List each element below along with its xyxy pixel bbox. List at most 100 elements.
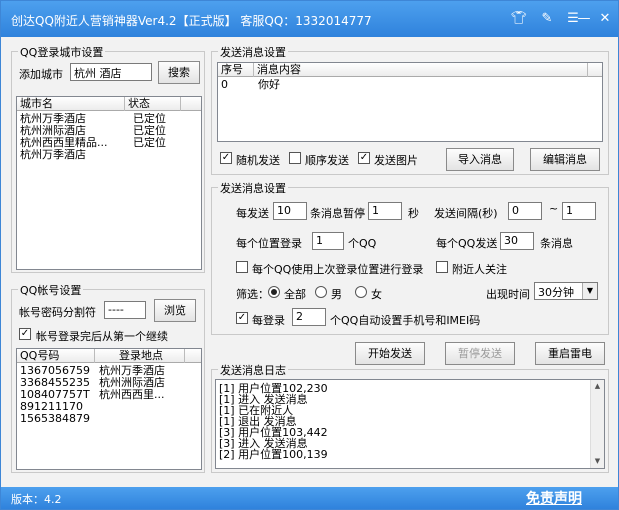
auto-set-label: 个QQ自动设置手机号和IMEI码 [330,314,481,327]
log-scrollbar[interactable]: ▲ ▼ [590,380,604,468]
account-qq-cell: 1565384879 [20,413,90,425]
nearby-follow-checkbox[interactable] [436,261,448,273]
start-send-button[interactable]: 开始发送 [355,342,425,365]
per-location-input[interactable]: 1 [312,232,344,250]
edit-pen-icon[interactable]: ✎ [537,9,557,29]
account-qq-cell: 1367056759 [20,365,90,377]
account-settings-group: QQ帐号设置 帐号密码分割符 ---- 浏览 ✓ 帐号登录完后从第一个继续 QQ… [11,282,205,473]
use-last-location-checkbox[interactable] [236,261,248,273]
filter-male-label: 男 [331,288,342,301]
log-line: [2] 用户位置100,139 [219,448,328,461]
account-list-row[interactable]: 1367056759 杭州万季酒店 [17,365,201,377]
edit-messages-button[interactable]: 编辑消息 [530,148,600,171]
account-place-cell: 杭州西西里... [99,389,165,401]
message-list-row[interactable]: 0 你好 [218,79,602,91]
message-col-content[interactable]: 消息内容 [254,63,588,77]
city-status-cell: 已定位 [133,113,166,125]
minimize-icon[interactable]: — [575,9,593,29]
skin-shirt-icon[interactable]: 👕︎ [509,9,529,29]
tilde-label: ~ [549,202,559,215]
account-list-row[interactable]: 3368455235 杭州洲际酒店 [17,377,201,389]
send-settings-group: 发送消息设置 每发送 10 条消息暂停 1 秒 发送间隔(秒) 0 ~ 1 每个… [211,180,609,335]
window-title: 创达QQ附近人营销神器Ver4.2【正式版】 客服QQ：1332014777 [11,14,372,28]
city-list[interactable]: 城市名 状态 杭州万季酒店 已定位 杭州洲际酒店 已定位 杭州西西里精品... 已定位 杭州… [16,96,202,270]
city-col-status[interactable]: 状态 [125,97,181,111]
city-list-row[interactable]: 杭州万季酒店 已定位 [17,113,201,125]
separator-input[interactable]: ---- [104,301,146,319]
account-group-title: QQ帐号设置 [18,282,84,298]
send-image-checkbox[interactable]: ✓ [358,152,370,164]
interval-max-input[interactable]: 1 [562,202,596,220]
every-send-input[interactable]: 10 [273,202,307,220]
filter-female-radio[interactable] [355,286,367,298]
account-qq-cell: 891211170 [20,401,83,413]
per-qq-label: 每个QQ发送 [436,237,498,250]
city-list-header: 城市名 状态 [17,97,201,111]
city-search-input[interactable]: 杭州 酒店 [70,63,152,81]
use-last-location-label: 每个QQ使用上次登录位置进行登录 [252,263,424,276]
send-log-group: 发送消息日志 [1] 用户位置102,230 [1] 进入 发送消息 [1] 已在附… [211,362,609,473]
account-col-place[interactable]: 登录地点 [95,349,185,363]
appear-time-label: 出现时间 [486,288,530,301]
city-list-row[interactable]: 杭州洲际酒店 已定位 [17,125,201,137]
per-login-input[interactable]: 2 [292,308,326,326]
add-city-label: 添加城市 [19,68,63,81]
city-status-cell: 已定位 [133,137,166,149]
account-list-row[interactable]: 108407757T 杭州西西里... [17,389,201,401]
account-place-cell: 杭州万季酒店 [99,365,165,377]
interval-min-input[interactable]: 0 [508,202,542,220]
disclaimer-link[interactable]: 免责声明 [526,488,582,508]
browse-button[interactable]: 浏览 [154,299,196,322]
message-list[interactable]: 序号 消息内容 0 你好 [217,62,603,142]
log-group-title: 发送消息日志 [218,362,288,378]
filter-all-label: 全部 [284,288,306,301]
message-content-cell: 你好 [258,79,280,91]
city-list-row[interactable]: 杭州西西里精品... 已定位 [17,137,201,149]
send-log-box[interactable]: [1] 用户位置102,230 [1] 进入 发送消息 [1] 已在附近人 [1] 退… [215,379,605,469]
account-list[interactable]: QQ号码 登录地点 1367056759 杭州万季酒店 3368455235 杭州洲际… [16,348,202,470]
message-list-header: 序号 消息内容 [218,63,602,77]
account-list-row[interactable]: 891211170 [17,401,201,413]
per-qq-input[interactable]: 30 [500,232,534,250]
version-label: 版本：4.2 [11,493,62,506]
account-col-qq[interactable]: QQ号码 [17,349,95,363]
order-send-checkbox[interactable] [289,152,301,164]
city-name-cell: 杭州万季酒店 [20,149,86,161]
continue-checkbox[interactable]: ✓ [19,328,31,340]
per-login-checkbox[interactable]: ✓ [236,312,248,324]
chevron-down-icon: ▼ [582,283,597,299]
message-col-idx[interactable]: 序号 [218,63,254,77]
account-qq-cell: 108407757T [20,389,90,401]
account-list-header: QQ号码 登录地点 [17,349,201,363]
city-list-row[interactable]: 杭州万季酒店 [17,149,201,161]
pause-input[interactable]: 1 [368,202,402,220]
restart-emulator-button[interactable]: 重启雷电 [535,342,605,365]
nearby-follow-label: 附近人关注 [452,263,507,276]
appear-time-value: 30分钟 [538,286,574,299]
account-list-row[interactable]: 1565384879 [17,413,201,425]
pause-label: 条消息暂停 [310,207,365,220]
scroll-up-icon[interactable]: ▲ [591,380,604,393]
city-col-name[interactable]: 城市名 [17,97,125,111]
pause-send-button[interactable]: 暂停发送 [445,342,515,365]
filter-all-radio[interactable] [268,286,280,298]
import-messages-button[interactable]: 导入消息 [446,148,514,171]
random-send-checkbox[interactable]: ✓ [220,152,232,164]
send-image-label: 发送图片 [374,154,418,167]
scroll-down-icon[interactable]: ▼ [591,455,604,468]
search-button[interactable]: 搜索 [158,61,200,84]
continue-label: 帐号登录完后从第一个继续 [36,330,168,343]
account-qq-cell: 3368455235 [20,377,90,389]
city-name-cell: 杭州洲际酒店 [20,125,86,137]
message-idx-cell: 0 [221,79,228,91]
per-login-label: 每登录 [252,314,285,327]
main-window: 创达QQ附近人营销神器Ver4.2【正式版】 客服QQ：1332014777 👕… [0,0,619,510]
filter-male-radio[interactable] [315,286,327,298]
close-icon[interactable]: ✕ [595,9,615,29]
send-settings-title: 发送消息设置 [218,180,288,196]
status-bar: 版本：4.2 免责声明 [1,487,618,509]
appear-time-select[interactable]: 30分钟 ▼ [534,282,598,300]
msg-unit-label: 条消息 [540,237,573,250]
title-bar: 创达QQ附近人营销神器Ver4.2【正式版】 客服QQ：1332014777 👕… [1,1,618,37]
filter-female-label: 女 [371,288,382,301]
